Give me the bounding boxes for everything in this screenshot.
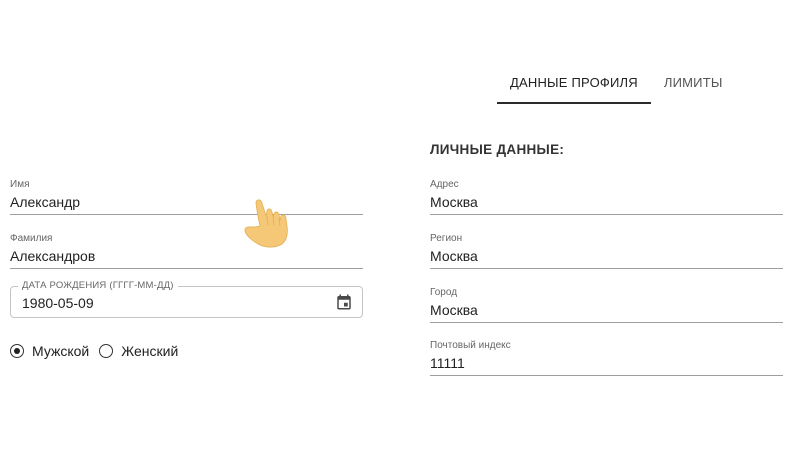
profile-tabs: ДАННЫЕ ПРОФИЛЯ ЛИМИТЫ	[497, 62, 736, 104]
birth-date-input[interactable]	[22, 295, 302, 311]
postal-code-label: Почтовый индекс	[430, 340, 511, 351]
gender-male-radio[interactable]	[10, 344, 24, 358]
region-underline	[430, 268, 783, 269]
gender-radio-group: Мужской Женский	[10, 343, 188, 359]
last-name-label: Фамилия	[10, 233, 53, 244]
first-name-label: Имя	[10, 179, 30, 190]
gender-female-option[interactable]: Женский	[99, 343, 178, 359]
last-name-field[interactable]: Фамилия	[10, 233, 363, 270]
last-name-input[interactable]	[10, 248, 363, 264]
region-field[interactable]: Регион	[430, 233, 783, 270]
region-input[interactable]	[430, 248, 783, 264]
address-label: Адрес	[430, 179, 459, 190]
tab-profile-data[interactable]: ДАННЫЕ ПРОФИЛЯ	[497, 62, 651, 104]
birth-date-field[interactable]: ДАТА РОЖДЕНИЯ (ГГГГ-ММ-ДД)	[10, 280, 363, 318]
birth-date-label: ДАТА РОЖДЕНИЯ (ГГГГ-ММ-ДД)	[18, 280, 178, 291]
calendar-icon[interactable]	[335, 293, 353, 311]
pointing-hand-icon	[244, 199, 288, 248]
address-field[interactable]: Адрес	[430, 179, 783, 216]
gender-male-label: Мужской	[32, 343, 90, 359]
tab-limits[interactable]: ЛИМИТЫ	[651, 62, 736, 104]
city-input[interactable]	[430, 302, 783, 318]
gender-female-radio[interactable]	[99, 344, 114, 358]
first-name-input[interactable]	[10, 194, 363, 210]
first-name-underline	[10, 214, 363, 215]
city-field[interactable]: Город	[430, 287, 783, 324]
postal-code-input[interactable]	[430, 355, 783, 371]
postal-code-field[interactable]: Почтовый индекс	[430, 340, 783, 377]
postal-code-underline	[430, 375, 783, 376]
gender-female-label: Женский	[121, 343, 179, 359]
region-label: Регион	[430, 233, 463, 244]
first-name-field[interactable]: Имя	[10, 179, 363, 216]
city-label: Город	[430, 287, 458, 298]
personal-data-heading: ЛИЧНЫЕ ДАННЫЕ:	[430, 142, 565, 157]
address-input[interactable]	[430, 194, 783, 210]
address-underline	[430, 214, 783, 215]
last-name-underline	[10, 268, 363, 269]
city-underline	[430, 322, 783, 323]
gender-male-option[interactable]: Мужской	[10, 343, 89, 359]
